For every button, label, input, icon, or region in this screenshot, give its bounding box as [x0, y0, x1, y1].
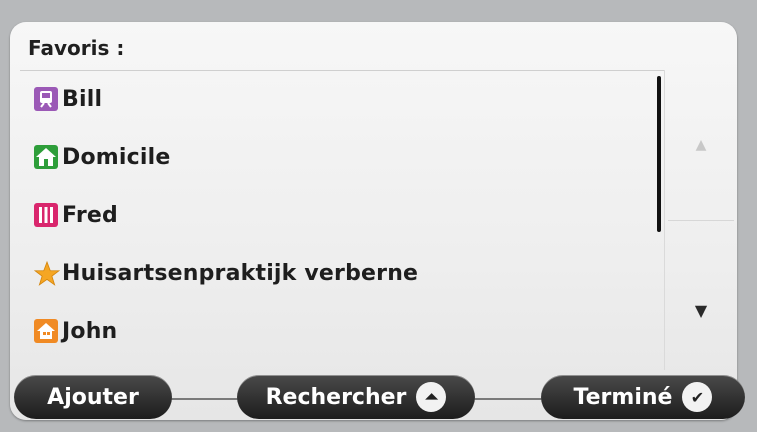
favorite-label: Huisartsenpraktijk verberne [62, 260, 419, 286]
arrow-down-icon: ▼ [694, 300, 708, 320]
train-station-icon [34, 87, 58, 111]
bars-icon [34, 203, 58, 227]
done-button-label: Terminé [573, 384, 673, 410]
favorite-label: Bill [62, 86, 103, 112]
favorite-label: John [62, 318, 118, 344]
favorite-item-fred[interactable]: Fred [34, 193, 118, 237]
add-button-label: Ajouter [47, 384, 139, 410]
favorite-item-domicile[interactable]: Domicile [34, 135, 171, 179]
favorite-label: Domicile [62, 144, 171, 170]
scroll-divider [664, 70, 665, 370]
checkmark-icon: ✔ [682, 382, 713, 412]
favorite-label: Fred [62, 202, 118, 228]
search-button[interactable]: Rechercher ⏶ [237, 375, 475, 419]
favorites-panel [10, 22, 737, 420]
scroll-down-button[interactable]: ▼ [668, 245, 734, 375]
add-button[interactable]: Ajouter [14, 375, 172, 419]
favorite-item-huisartsenpraktijk[interactable]: Huisartsenpraktijk verberne [33, 251, 419, 295]
done-button[interactable]: Terminé ✔ [541, 375, 745, 419]
star-icon [33, 260, 61, 286]
home-icon [34, 145, 58, 169]
header-divider [20, 70, 665, 71]
list-header: Favoris : [28, 36, 125, 60]
scroll-button-divider [668, 220, 734, 221]
favorite-item-john[interactable]: John [34, 309, 117, 353]
scrollbar[interactable] [657, 76, 661, 232]
scroll-up-button[interactable]: ▲ [668, 80, 734, 210]
house-orange-icon [34, 319, 58, 343]
arrow-up-icon: ▲ [695, 137, 707, 153]
favorite-item-bill[interactable]: Bill [34, 77, 102, 121]
search-button-label: Rechercher [265, 384, 407, 410]
search-up-icon: ⏶ [416, 382, 447, 412]
